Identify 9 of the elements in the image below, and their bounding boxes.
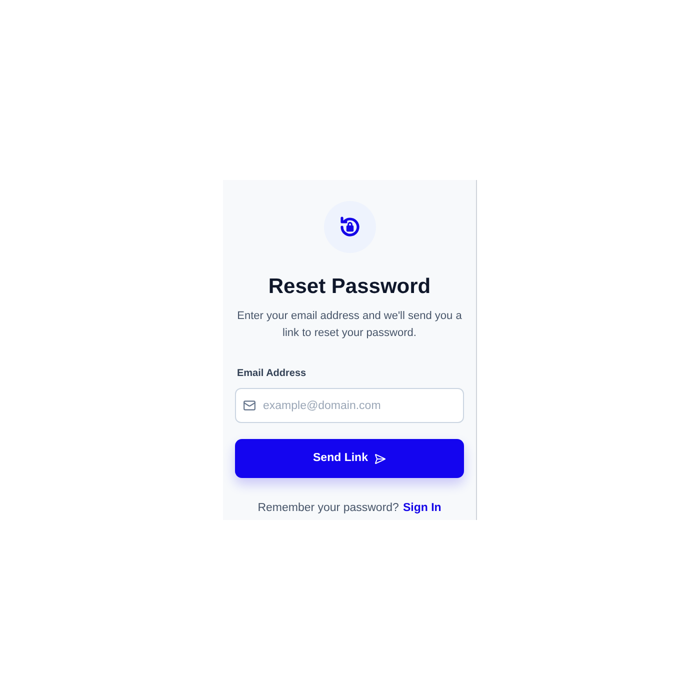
- page-title: Reset Password: [268, 274, 431, 300]
- mail-icon: [243, 399, 256, 412]
- sign-in-link[interactable]: Sign In: [402, 500, 442, 518]
- send-link-button[interactable]: Send Link: [235, 439, 464, 478]
- send-icon: [374, 452, 386, 465]
- description-text: Enter your email address and we'll send you a link to reset your password.: [236, 309, 463, 342]
- footer-text: Remember your password?: [258, 501, 399, 516]
- field-label: Email Address: [237, 367, 308, 382]
- email-field[interactable]: example@domain.com: [235, 388, 464, 424]
